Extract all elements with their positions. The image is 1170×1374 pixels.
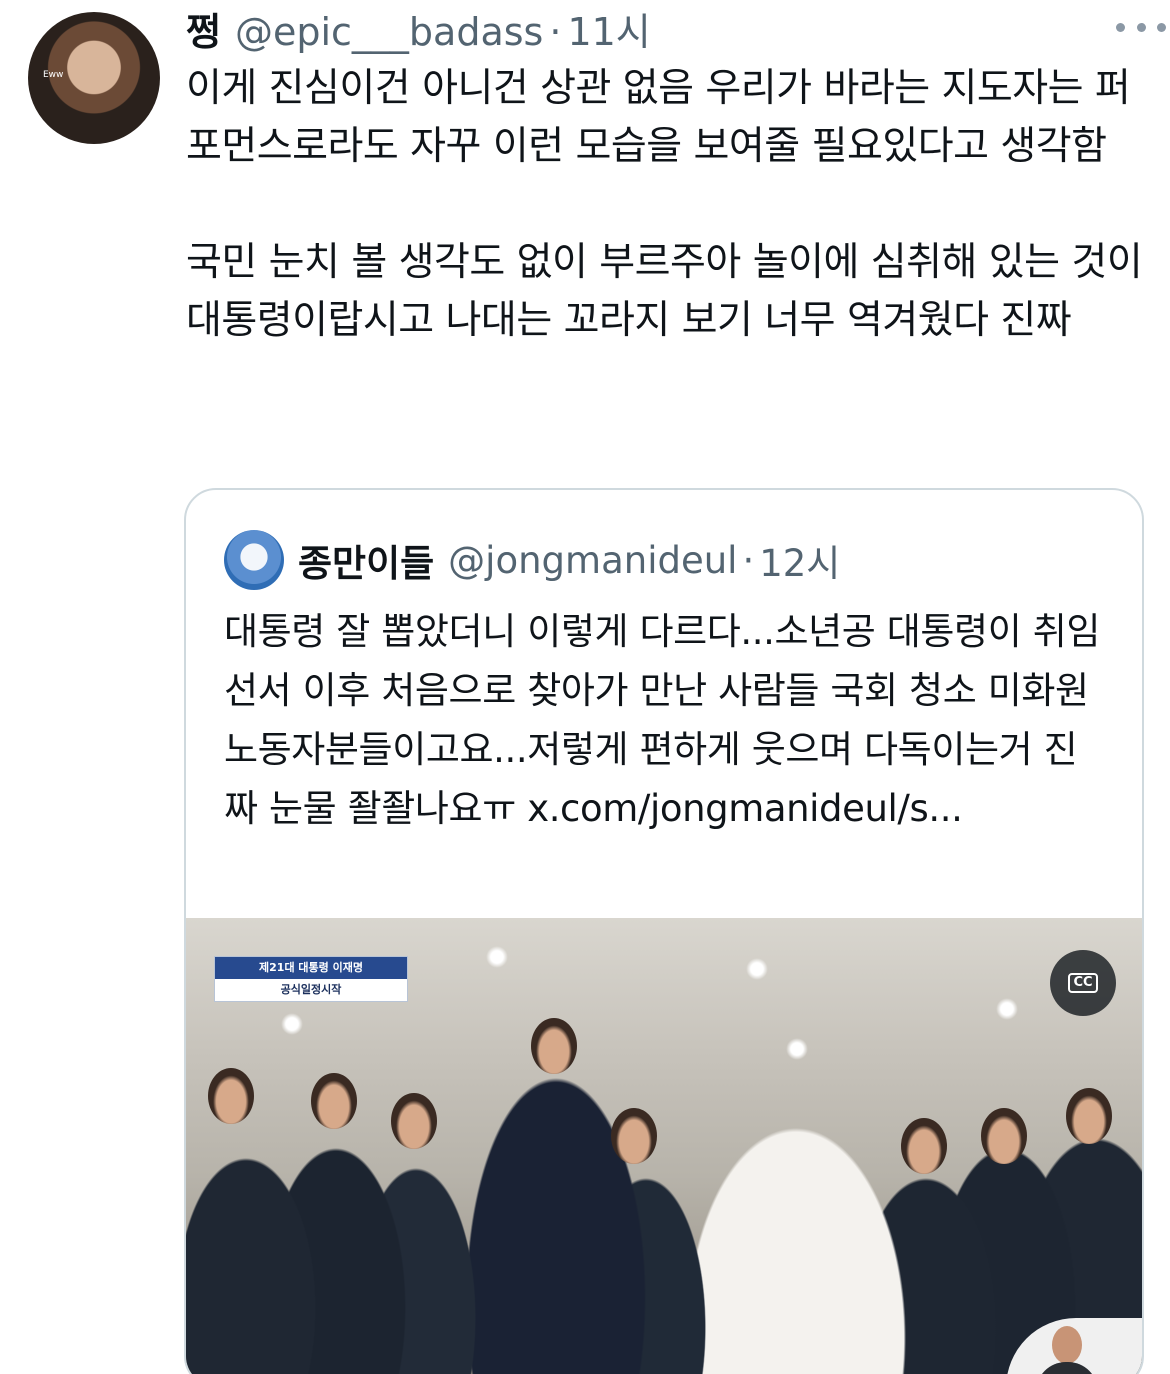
ceiling-light — [486, 946, 508, 968]
closed-captions-icon[interactable]: CC — [1050, 950, 1116, 1016]
ceiling-light — [996, 998, 1018, 1020]
person-head — [1066, 1088, 1112, 1144]
quoted-author-handle[interactable]: @jongmanideul — [448, 539, 737, 582]
tweet-body: 이게 진심이건 아니건 상관 없음 우리가 바라는 지도자는 퍼포먼스로라도 자… — [186, 60, 1146, 350]
author-handle[interactable]: @epic___badass — [235, 4, 543, 60]
person-head — [611, 1108, 657, 1164]
ceiling-light — [281, 1013, 303, 1035]
ceiling-light — [746, 958, 768, 980]
author-avatar[interactable]: Eww — [28, 12, 160, 144]
ceiling-light — [786, 1038, 808, 1060]
person-head — [391, 1093, 437, 1149]
tweet: Eww 쩡 @epic___badass · 11시 이게 진심이건 아니건 상… — [0, 0, 1170, 1374]
quoted-tweet-body: 대통령 잘 뽑았더니 이렇게 다르다...소년공 대통령이 취임선서 이후 처음… — [224, 610, 1100, 830]
more-options-icon[interactable] — [1116, 12, 1166, 42]
interpreter-face — [1052, 1326, 1082, 1364]
person-head — [311, 1073, 357, 1129]
quoted-tweet-header: 종만이들 @jongmanideul · 12시 — [224, 528, 1122, 592]
quoted-author-avatar[interactable] — [224, 530, 284, 590]
quoted-tweet-timestamp[interactable]: 12시 — [759, 533, 840, 587]
person-head — [531, 1018, 577, 1074]
separator-dot: · — [742, 538, 755, 582]
interpreter-body — [1036, 1362, 1098, 1374]
author-display-name[interactable]: 쩡 — [186, 4, 221, 60]
news-caption-title: 제21대 대통령 이재명 — [215, 957, 407, 979]
tweet-paragraph: 국민 눈치 볼 생각도 없이 부르주아 놀이에 심취해 있는 것이 대통령이랍시… — [186, 240, 1143, 343]
news-caption-subtitle: 공식일정시작 — [280, 983, 342, 996]
tweet-timestamp[interactable]: 11시 — [567, 4, 650, 60]
cc-label: CC — [1068, 973, 1098, 993]
quoted-tweet-card[interactable]: 종만이들 @jongmanideul · 12시 대통령 잘 뽑았더니 이렇게 … — [184, 488, 1144, 1374]
separator-dot: · — [549, 10, 562, 54]
news-caption-banner: 제21대 대통령 이재명 공식일정시작 — [214, 956, 408, 1002]
tweet-header: 쩡 @epic___badass · 11시 — [186, 4, 1140, 60]
quoted-author-display-name[interactable]: 종만이들 — [298, 533, 434, 587]
tweet-paragraph: 이게 진심이건 아니건 상관 없음 우리가 바라는 지도자는 퍼포먼스로라도 자… — [186, 66, 1131, 169]
person-head — [981, 1108, 1027, 1164]
avatar-caption: Eww — [43, 70, 64, 80]
person-head — [901, 1118, 947, 1174]
more-dot — [1136, 22, 1146, 32]
quoted-tweet-video[interactable]: 제21대 대통령 이재명 공식일정시작 CC — [186, 918, 1142, 1374]
person-head — [208, 1068, 254, 1124]
more-dot — [1116, 22, 1125, 32]
more-dot — [1157, 22, 1166, 32]
